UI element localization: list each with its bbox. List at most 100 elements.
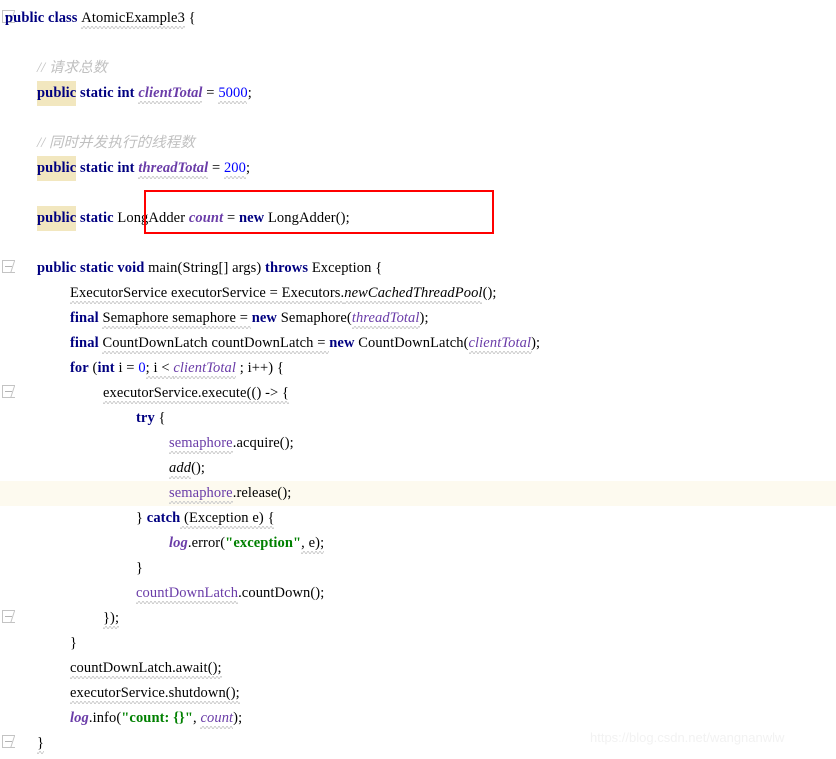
wavy-underline xyxy=(301,551,324,554)
code-token: log xyxy=(70,710,89,726)
code-token: (); xyxy=(482,285,497,301)
code-line[interactable]: countDownLatch.await(); xyxy=(0,656,836,681)
code-line[interactable]: public static int threadTotal = 200; xyxy=(0,156,836,181)
code-token: new xyxy=(251,310,278,326)
wavy-underline xyxy=(146,376,174,379)
code-token: } xyxy=(136,510,147,526)
code-token: try xyxy=(136,410,155,426)
code-line[interactable]: // 同时并发执行的线程数 xyxy=(0,131,836,156)
code-token: .release(); xyxy=(232,485,292,501)
code-line[interactable]: public static LongAdder count = new Long… xyxy=(0,206,836,231)
code-token: LongAdder xyxy=(267,210,336,226)
code-token: new xyxy=(238,210,265,226)
code-token: for xyxy=(70,360,89,376)
code-token: .countDown(); xyxy=(238,585,325,601)
code-line[interactable]: add(); xyxy=(0,456,836,481)
code-token: static xyxy=(80,210,114,226)
code-token: final xyxy=(70,310,99,326)
code-line[interactable]: public class AtomicExample3 { xyxy=(0,6,836,31)
code-token: ); xyxy=(531,335,541,351)
wavy-underline xyxy=(70,676,222,679)
wavy-underline xyxy=(138,101,202,104)
code-token: = xyxy=(223,210,239,226)
code-token: i = xyxy=(114,360,139,376)
code-line[interactable]: final Semaphore semaphore = new Semaphor… xyxy=(0,306,836,331)
code-token: count xyxy=(188,210,224,226)
code-token: } xyxy=(70,635,78,651)
code-token: ( xyxy=(88,360,98,376)
code-line[interactable]: log.error("exception", e); xyxy=(0,531,836,556)
code-token: final xyxy=(70,335,99,351)
wavy-underline xyxy=(218,101,247,104)
wavy-underline xyxy=(136,601,238,604)
code-line[interactable]: ExecutorService executorService = Execut… xyxy=(0,281,836,306)
wavy-underline xyxy=(102,351,329,354)
code-token: ; xyxy=(247,85,252,101)
code-line[interactable]: try { xyxy=(0,406,836,431)
wavy-underline xyxy=(138,176,208,179)
code-token: void xyxy=(117,260,145,276)
wavy-underline xyxy=(180,526,274,529)
wavy-underline xyxy=(102,326,251,329)
code-token: log xyxy=(169,535,188,551)
code-token: LongAdder xyxy=(117,210,186,226)
code-token: (); xyxy=(191,460,206,476)
code-line[interactable]: countDownLatch.countDown(); xyxy=(0,581,836,606)
wavy-underline xyxy=(70,701,240,704)
code-token: throws xyxy=(265,260,309,276)
wavy-underline xyxy=(70,301,344,304)
code-line[interactable]: semaphore.acquire(); xyxy=(0,431,836,456)
code-token: Semaphore( xyxy=(280,310,352,326)
code-line[interactable]: public static void main(String[] args) t… xyxy=(0,256,836,281)
code-token: new xyxy=(329,335,355,351)
wavy-underline xyxy=(103,401,289,404)
code-token: = xyxy=(202,85,219,101)
code-token: // 请求总数 xyxy=(37,60,108,76)
code-token: { xyxy=(184,10,196,26)
code-line[interactable]: // 请求总数 xyxy=(0,56,836,81)
wavy-underline xyxy=(173,376,236,379)
code-token: main xyxy=(148,260,178,276)
code-token: .acquire(); xyxy=(232,435,294,451)
wavy-underline xyxy=(469,351,532,354)
code-line[interactable]: } catch (Exception e) { xyxy=(0,506,836,531)
code-line[interactable]: executorService.execute(() -> { xyxy=(0,381,836,406)
code-line[interactable]: } xyxy=(0,631,836,656)
code-token: "count: {}" xyxy=(121,710,193,726)
code-token: catch xyxy=(146,510,181,526)
code-token: class xyxy=(48,10,78,26)
code-token: = xyxy=(208,160,224,176)
wavy-underline xyxy=(224,176,246,179)
code-token: Exception { xyxy=(311,260,383,276)
code-token: int xyxy=(117,85,135,101)
wavy-underline xyxy=(169,476,191,479)
code-token: ); xyxy=(233,710,243,726)
code-token: static xyxy=(80,85,114,101)
code-token: (); xyxy=(335,210,350,226)
code-line[interactable]: final CountDownLatch countDownLatch = ne… xyxy=(0,331,836,356)
code-token: ; xyxy=(246,160,251,176)
code-token: public xyxy=(37,156,77,181)
wavy-underline xyxy=(103,626,119,629)
code-line[interactable]: public static int clientTotal = 5000; xyxy=(0,81,836,106)
code-token: public xyxy=(37,81,77,106)
watermark-text: https://blog.csdn.net/wangnanwlw xyxy=(590,730,785,745)
code-line[interactable]: log.info("count: {}", count); xyxy=(0,706,836,731)
code-token: } xyxy=(136,560,144,576)
code-line[interactable]: }); xyxy=(0,606,836,631)
wavy-underline xyxy=(81,26,185,29)
code-token: int xyxy=(97,360,115,376)
code-token: int xyxy=(117,160,135,176)
code-line[interactable]: executorService.shutdown(); xyxy=(0,681,836,706)
code-token: ; i++) { xyxy=(236,360,284,376)
code-editor-view[interactable]: public class AtomicExample3 { // 请求总数 publ… xyxy=(0,0,836,759)
code-token: (String[] args) xyxy=(177,260,266,276)
wavy-underline xyxy=(200,726,233,729)
code-line[interactable]: } xyxy=(0,556,836,581)
code-token: // 同时并发执行的线程数 xyxy=(37,135,195,151)
code-token: CountDownLatch( xyxy=(358,335,469,351)
wavy-underline xyxy=(37,751,44,754)
code-line[interactable]: semaphore.release(); xyxy=(0,481,836,506)
code-line[interactable]: for (int i = 0; i < clientTotal ; i++) { xyxy=(0,356,836,381)
code-token: public xyxy=(5,10,45,26)
